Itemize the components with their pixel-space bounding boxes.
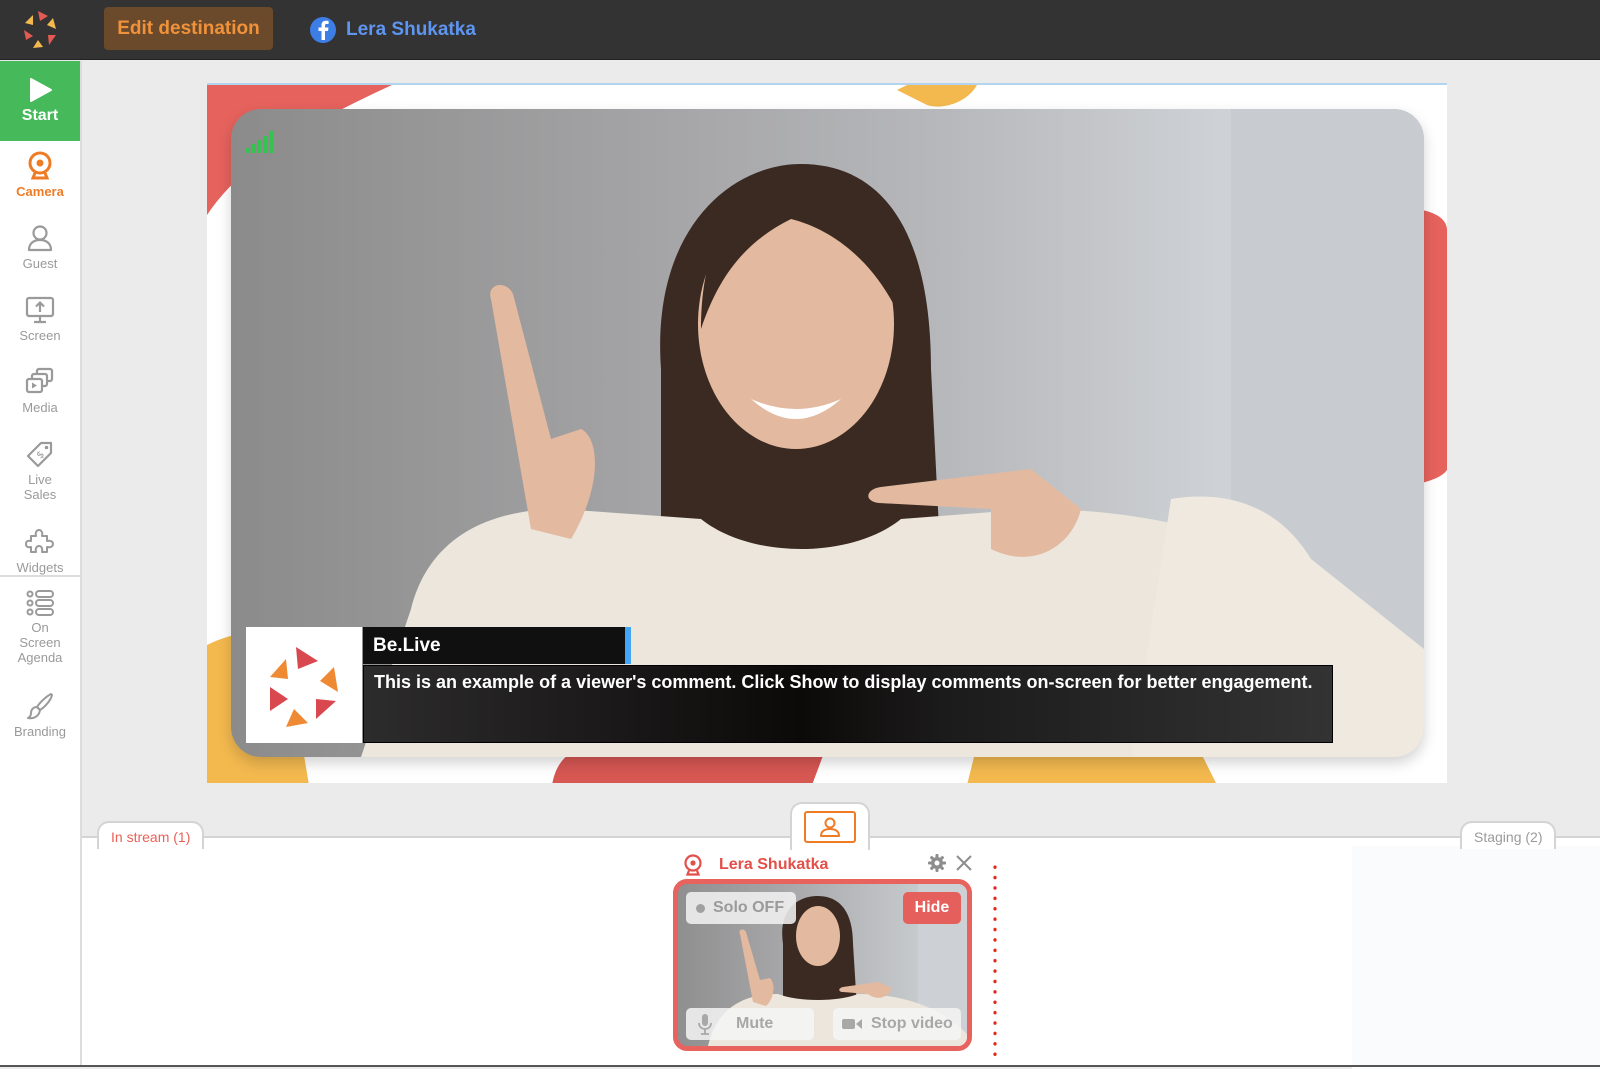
microphone-icon [698, 1014, 712, 1035]
comment-author-name: Be.Live [363, 627, 631, 664]
screen-share-icon [25, 296, 55, 324]
stop-video-label: Stop video [871, 1015, 953, 1032]
brush-icon [27, 693, 53, 720]
belive-brand-logo-icon [246, 627, 362, 743]
staging-area [1352, 846, 1600, 1069]
close-icon[interactable] [955, 854, 973, 872]
edit-destination-button[interactable]: Edit destination [104, 7, 273, 50]
mute-button[interactable]: Mute [686, 1008, 814, 1040]
list-icon [26, 590, 54, 616]
price-tag-icon: $ [26, 441, 53, 468]
tab-staging[interactable]: Staging (2) [1460, 821, 1557, 849]
gear-icon[interactable] [927, 853, 947, 873]
sidebar-item-label: Live Sales [23, 472, 57, 502]
tab-in-stream[interactable]: In stream (1) [97, 821, 205, 849]
sidebar: Start Camera Guest Screen Media $ Live S… [0, 61, 82, 1067]
solo-status-dot-icon [696, 903, 705, 913]
facebook-icon [310, 17, 336, 43]
sidebar-item-label: Guest [22, 256, 58, 271]
top-bar: Edit destination Lera Shukatka [0, 0, 1600, 60]
comment-lower-third[interactable]: Be.Live This is an example of a viewer's… [246, 627, 1333, 743]
webcam-icon [684, 854, 702, 876]
sidebar-item-screen[interactable]: Screen [0, 295, 80, 343]
sidebar-divider [0, 575, 80, 577]
guest-name: Lera Shukatka [719, 856, 829, 873]
solo-label: Solo OFF [713, 899, 785, 916]
start-stream-button[interactable]: Start [0, 61, 80, 141]
sidebar-item-label: Camera [16, 184, 64, 199]
destination-name: Lera Shukatka [346, 19, 476, 40]
sidebar-item-camera[interactable]: Camera [0, 151, 80, 199]
mute-label: Mute [736, 1015, 774, 1032]
destination-facebook[interactable]: Lera Shukatka [310, 14, 476, 46]
sidebar-item-live-sales[interactable]: $ Live Sales [0, 439, 80, 502]
sidebar-item-label: Widgets [16, 560, 64, 575]
guest-card[interactable]: Solo OFF Hide Mute Stop video [673, 879, 972, 1051]
play-icon [30, 78, 52, 102]
sidebar-item-label: Screen [19, 328, 61, 343]
hide-guest-button[interactable]: Hide [903, 892, 961, 924]
connection-signal-icon [245, 131, 273, 153]
person-icon [27, 225, 53, 252]
webcam-icon [28, 151, 52, 180]
sidebar-item-media[interactable]: Media [0, 367, 80, 415]
comment-text: This is an example of a viewer's comment… [363, 665, 1333, 743]
sidebar-item-label: Branding [13, 724, 67, 739]
solo-toggle-button[interactable]: Solo OFF [686, 892, 796, 924]
sidebar-item-guest[interactable]: Guest [0, 223, 80, 271]
media-stack-icon [25, 367, 54, 394]
belive-logo-icon[interactable] [16, 5, 66, 55]
sidebar-item-widgets[interactable]: Widgets [0, 527, 80, 575]
layout-single-person-button[interactable] [804, 811, 856, 843]
video-camera-icon [842, 1019, 862, 1029]
guest-header: Lera Shukatka [683, 853, 973, 877]
drop-position-indicator [993, 862, 997, 1057]
puzzle-icon [25, 529, 54, 553]
sidebar-item-branding[interactable]: Branding [0, 691, 80, 739]
person-icon [820, 817, 840, 837]
sidebar-item-on-screen-agenda[interactable]: On Screen Agenda [0, 589, 80, 665]
stop-video-button[interactable]: Stop video [833, 1008, 961, 1040]
start-label: Start [21, 107, 59, 124]
sidebar-item-label: On Screen Agenda [17, 620, 63, 665]
sidebar-item-label: Media [22, 400, 58, 415]
tab-layout[interactable] [790, 802, 870, 850]
